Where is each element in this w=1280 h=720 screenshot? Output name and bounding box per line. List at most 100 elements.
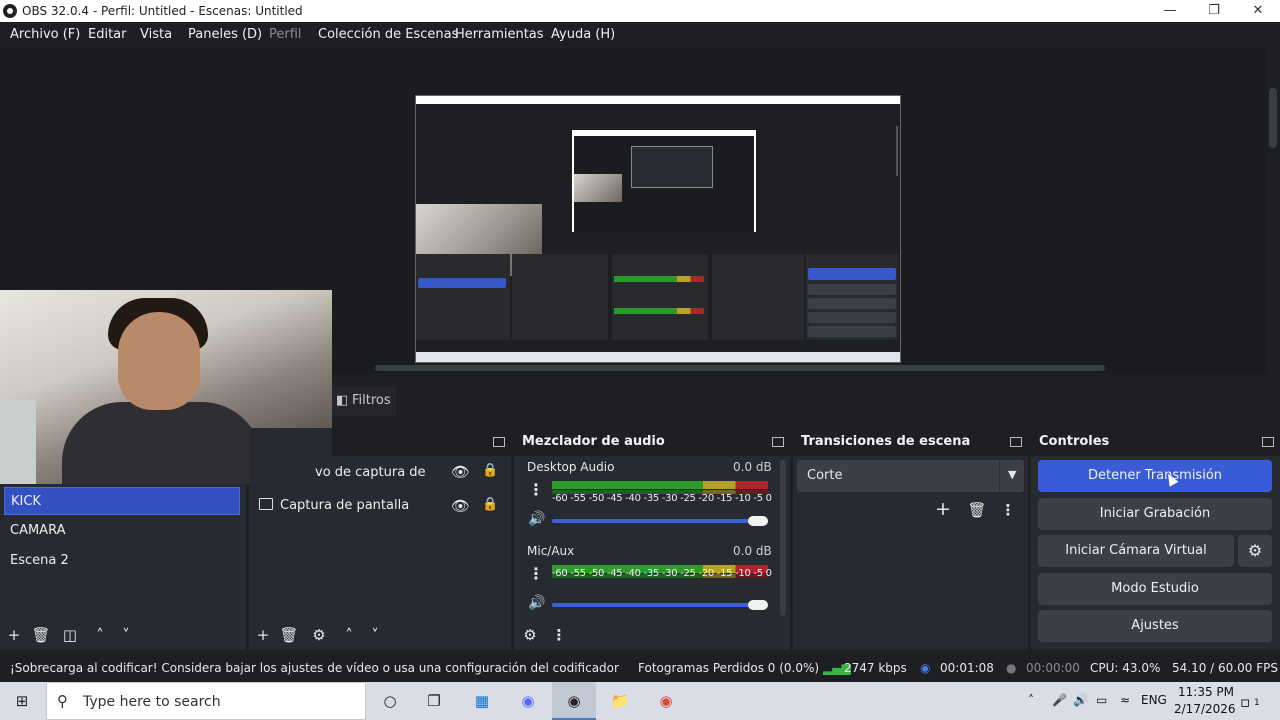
volume-slider-handle[interactable] <box>748 516 768 526</box>
scenes-dock: KICK CAMARA Escena 2 + 🗑 ◫ ˄ ˅ <box>0 484 246 650</box>
audio-mixer-dock: Mezclador de audio Desktop Audio 0.0 dB … <box>514 428 790 650</box>
restore-icon[interactable]: ❐ <box>1192 0 1236 22</box>
menu-perfil[interactable]: Perfil <box>269 27 302 42</box>
language-indicator[interactable]: ENG <box>1141 693 1167 707</box>
add-source-icon[interactable]: + <box>253 626 273 644</box>
meter-scale: -60 -55 -50 -45 -40 -35 -30 -25 -20 -15 … <box>552 493 772 504</box>
volume-slider[interactable] <box>552 519 768 523</box>
windows-start-icon[interactable]: ⊞ <box>10 690 34 712</box>
start-recording-button[interactable]: Iniciar Grabación <box>1038 498 1272 530</box>
task-view-icon[interactable]: ❐ <box>422 690 446 712</box>
channel-menu-icon[interactable]: ⋮ <box>528 564 544 583</box>
speaker-icon[interactable]: 🔊 <box>528 511 545 527</box>
recording-dot-icon: ● <box>1006 661 1017 675</box>
remove-source-icon[interactable]: 🗑 <box>279 626 299 644</box>
transitions-title: Transiciones de escena <box>793 428 1028 456</box>
float-dock-icon[interactable] <box>772 437 784 447</box>
speaker-icon[interactable]: 🔊 <box>528 595 545 611</box>
obs-logo-icon <box>3 4 17 18</box>
transition-select[interactable]: Corte ▼ <box>797 460 1024 492</box>
menu-paneles[interactable]: Paneles (D) <box>188 27 262 42</box>
chrome-icon[interactable]: ◉ <box>654 690 678 712</box>
menu-herramientas[interactable]: Herramientas <box>455 27 544 42</box>
menu-coleccion-escenas[interactable]: Colección de Escenas <box>318 27 458 42</box>
advanced-audio-gear-icon[interactable]: ⚙ <box>520 626 540 644</box>
preview-vertical-scrollbar[interactable] <box>1266 48 1280 374</box>
stop-stream-button[interactable]: Detener Transmisión <box>1038 460 1272 492</box>
remove-scene-icon[interactable]: 🗑 <box>31 626 51 644</box>
battery-icon[interactable]: ▭ <box>1096 693 1107 707</box>
source-item-label[interactable]: Captura de pantalla <box>280 492 409 520</box>
remove-transition-icon[interactable]: 🗑 <box>967 501 987 519</box>
add-transition-icon[interactable]: + <box>933 500 953 519</box>
tray-chevron-icon[interactable]: ˄ <box>1028 693 1034 707</box>
cortana-icon[interactable]: ○ <box>378 690 402 712</box>
stream-time: 00:01:08 <box>940 661 994 675</box>
wifi-icon[interactable]: ≈ <box>1120 693 1130 707</box>
lock-icon[interactable]: 🔒 <box>482 463 498 478</box>
menu-ayuda[interactable]: Ayuda (H) <box>551 27 615 42</box>
channel-name: Mic/Aux <box>527 544 575 558</box>
notifications-count: 1 <box>1254 698 1260 708</box>
channel-menu-icon[interactable]: ⋮ <box>528 480 544 499</box>
move-source-up-icon[interactable]: ˄ <box>339 626 359 644</box>
bitrate: 2747 kbps <box>844 661 907 675</box>
file-explorer-icon[interactable]: 📁 <box>608 690 632 712</box>
menu-editar[interactable]: Editar <box>88 27 127 42</box>
minimize-icon[interactable]: — <box>1148 0 1192 22</box>
microphone-icon[interactable]: 🎤 <box>1052 693 1067 707</box>
search-icon: ⚲ <box>57 692 68 710</box>
move-source-down-icon[interactable]: ˅ <box>365 626 385 644</box>
source-properties-gear-icon[interactable]: ⚙ <box>309 626 329 644</box>
close-icon[interactable]: ✕ <box>1236 0 1280 22</box>
scene-item-kick[interactable]: KICK <box>4 487 240 515</box>
discord-icon[interactable]: ◉ <box>516 690 540 712</box>
studio-mode-button[interactable]: Modo Estudio <box>1038 573 1272 605</box>
meter-scale: -60 -55 -50 -45 -40 -35 -30 -25 -20 -15 … <box>552 568 772 579</box>
scene-item-escena-2[interactable]: Escena 2 <box>4 547 240 575</box>
notifications-icon[interactable]: ▫ <box>1240 693 1250 711</box>
float-dock-icon[interactable] <box>493 437 505 447</box>
transition-menu-icon[interactable]: ⋮ <box>998 501 1018 519</box>
add-scene-icon[interactable]: + <box>4 626 24 644</box>
lock-icon[interactable]: 🔒 <box>482 497 498 512</box>
tab-filters[interactable]: ◧ Filtros <box>332 386 396 416</box>
preview-horizontal-scrollbar[interactable] <box>330 362 1266 374</box>
window-title: OBS 32.0.4 - Perfil: Untitled - Escenas:… <box>22 4 303 18</box>
float-dock-icon[interactable] <box>1010 437 1022 447</box>
clock-time[interactable]: 11:35 PM <box>1178 685 1234 699</box>
menu-vista[interactable]: Vista <box>140 27 172 42</box>
scene-filters-icon[interactable]: ◫ <box>60 626 80 644</box>
screen-capture-preview <box>415 95 901 363</box>
fps-readout: 54.10 / 60.00 FPS <box>1172 661 1278 675</box>
visibility-eye-icon[interactable]: 👁 <box>451 463 470 481</box>
taskbar-search-box[interactable]: ⚲ Type here to search <box>46 682 366 720</box>
obs-taskbar-button[interactable]: ◉ <box>552 682 596 720</box>
volume-slider-handle[interactable] <box>748 600 768 610</box>
scene-item-camara[interactable]: CAMARA <box>4 517 240 545</box>
visibility-eye-icon[interactable]: 👁 <box>451 497 470 515</box>
volume-icon[interactable]: 🔊 <box>1073 693 1088 707</box>
sources-dock: vo de captura de vide 👁 🔒 Captura de pan… <box>249 428 511 650</box>
filters-icon: ◧ <box>336 393 349 408</box>
move-scene-down-icon[interactable]: ˅ <box>116 626 136 644</box>
move-scene-up-icon[interactable]: ˄ <box>90 626 110 644</box>
float-dock-icon[interactable] <box>1262 437 1274 447</box>
mixer-scrollbar[interactable] <box>780 460 786 616</box>
virtual-camera-settings-gear-icon[interactable]: ⚙ <box>1238 535 1272 567</box>
volume-slider[interactable] <box>552 603 768 607</box>
start-virtual-camera-button[interactable]: Iniciar Cámara Virtual <box>1038 535 1234 567</box>
mixer-title: Mezclador de audio <box>514 428 790 456</box>
clock-date[interactable]: 2/17/2026 <box>1174 702 1236 716</box>
store-icon[interactable]: ▦ <box>470 690 494 712</box>
windows-taskbar: ⊞ ⚲ Type here to search ○ ❐ ▦ ◉ ◉ 📁 ◉ ˄ … <box>0 682 1280 720</box>
mixer-menu-icon[interactable]: ⋮ <box>549 626 569 644</box>
encoder-overload-warning: ¡Sobrecarga al codificar! Considera baja… <box>10 661 620 675</box>
monitor-icon <box>259 498 273 510</box>
obs-icon: ◉ <box>567 692 581 710</box>
source-item-label[interactable]: vo de captura de vide <box>315 459 445 487</box>
settings-button[interactable]: Ajustes <box>1038 610 1272 642</box>
sources-header <box>332 428 511 456</box>
menu-archivo[interactable]: Archivo (F) <box>10 27 80 42</box>
dropped-frames: Fotogramas Perdidos 0 (0.0%) <box>638 661 820 675</box>
